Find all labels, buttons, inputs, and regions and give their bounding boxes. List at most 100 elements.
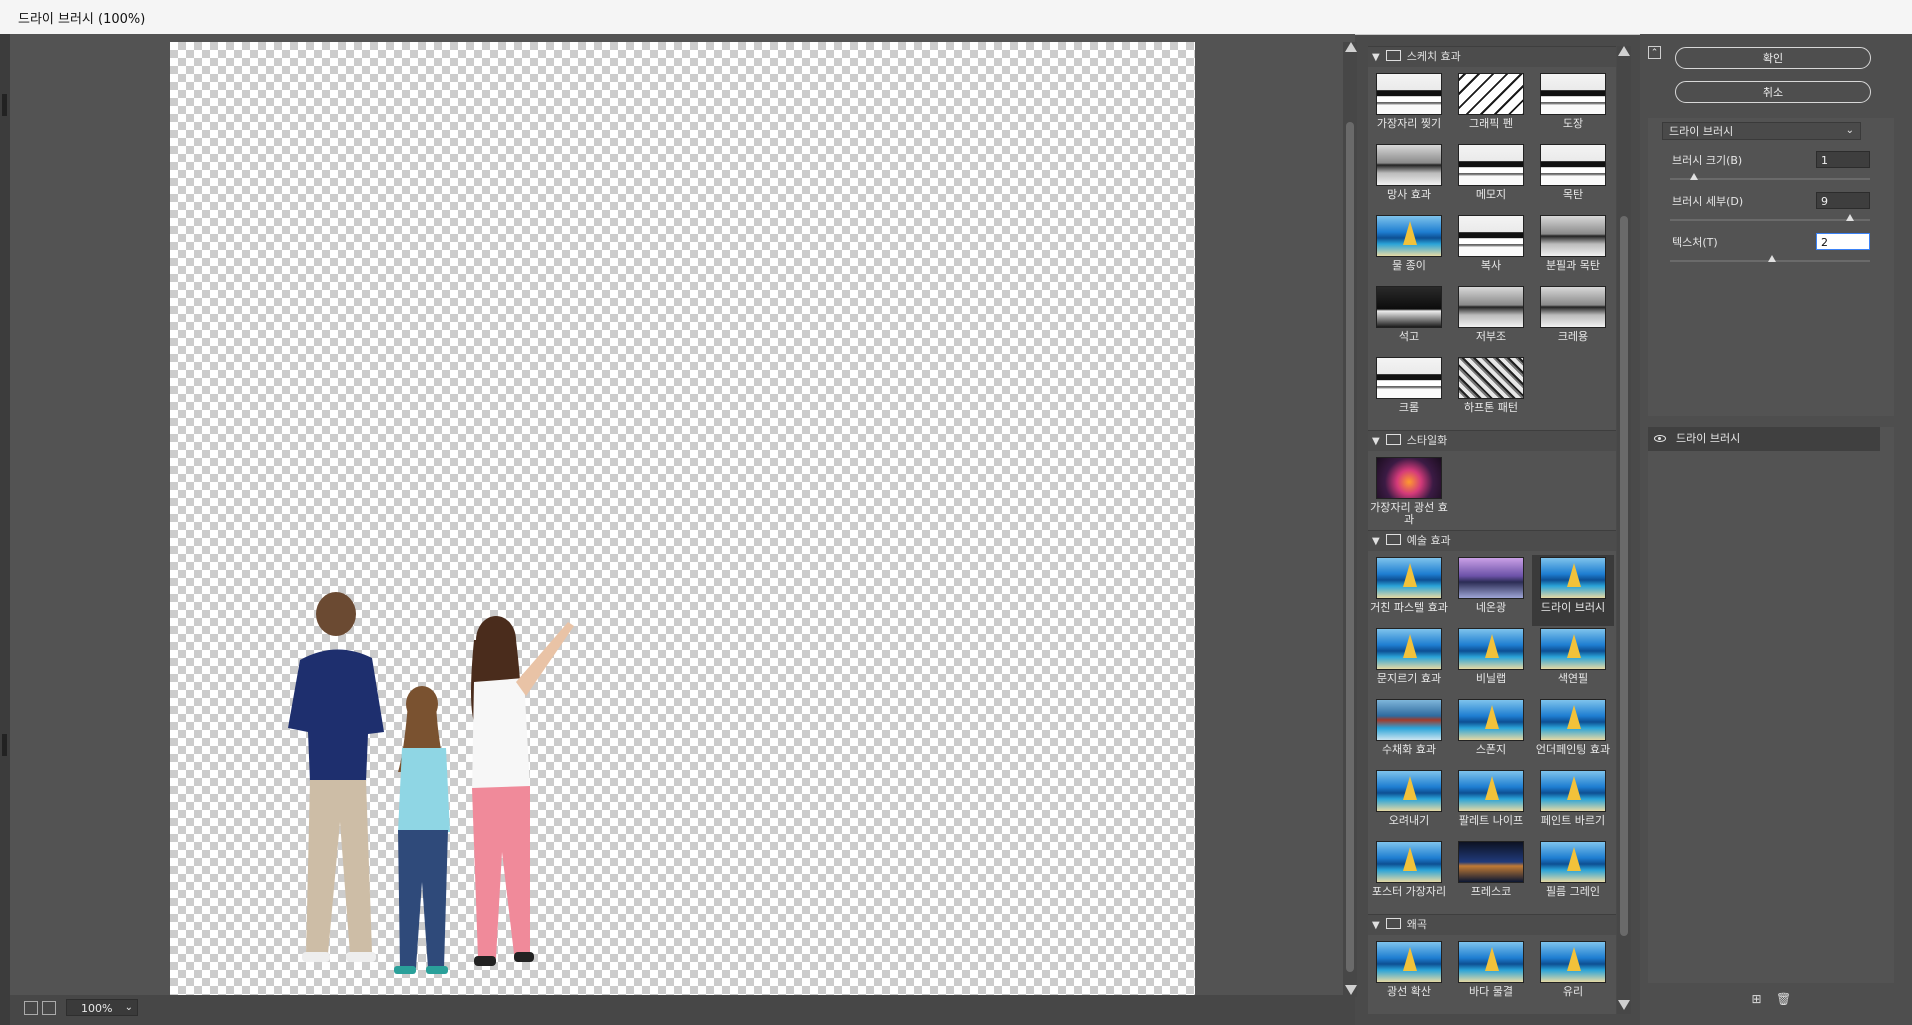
eye-icon[interactable] xyxy=(1654,435,1666,442)
zoom-out-button[interactable] xyxy=(24,1001,38,1015)
filter-item[interactable]: 석고 xyxy=(1368,284,1450,355)
folder-icon xyxy=(1385,50,1401,61)
filter-item[interactable]: 팔레트 나이프 xyxy=(1450,768,1532,839)
filter-item[interactable]: 크레용 xyxy=(1532,284,1614,355)
filter-thumbnail xyxy=(1540,770,1606,812)
filter-item[interactable]: 필름 그레인 xyxy=(1532,839,1614,910)
filter-thumbnail xyxy=(1458,628,1524,670)
girl-figure xyxy=(394,686,450,974)
gallery-scroll-down[interactable] xyxy=(1618,1000,1630,1010)
filter-thumbnail xyxy=(1376,215,1442,257)
filter-thumbnail xyxy=(1540,557,1606,599)
cancel-button[interactable]: 취소 xyxy=(1675,81,1871,103)
filter-item[interactable]: 오려내기 xyxy=(1368,768,1450,839)
filter-item[interactable]: 비닐랩 xyxy=(1450,626,1532,697)
filter-item[interactable]: 물 종이 xyxy=(1368,213,1450,284)
category-header[interactable]: ▼ 예술 효과 xyxy=(1368,530,1616,551)
brush-size-label: 브러시 크기(B) xyxy=(1672,154,1743,167)
scroll-up-arrow[interactable] xyxy=(1345,42,1357,52)
filter-label: 분필과 목탄 xyxy=(1545,259,1601,272)
slider-knob[interactable] xyxy=(1768,255,1776,262)
filter-item[interactable]: 프레스코 xyxy=(1450,839,1532,910)
filter-item[interactable]: 거친 파스텔 효과 xyxy=(1368,555,1450,626)
filter-item[interactable]: 언더페인팅 효과 xyxy=(1532,697,1614,768)
filter-item[interactable]: 페인트 바르기 xyxy=(1532,768,1614,839)
filter-item[interactable]: 하프톤 패턴 xyxy=(1450,355,1532,426)
category-header[interactable]: ▼ 스타일화 xyxy=(1368,430,1616,451)
brush-size-input[interactable]: 1 xyxy=(1816,151,1870,168)
delete-icon[interactable]: 🗑 xyxy=(1776,993,1791,1006)
filter-grid: 가장자리 광선 효과 xyxy=(1368,451,1616,530)
category-header[interactable]: ▼ 스케치 효과 xyxy=(1368,46,1616,67)
filter-item[interactable]: 유리 xyxy=(1532,939,1614,1010)
filter-item[interactable]: 포스터 가장자리 xyxy=(1368,839,1450,910)
filter-item[interactable]: 광선 확산 xyxy=(1368,939,1450,1010)
filter-thumbnail xyxy=(1458,144,1524,186)
filter-label: 언더페인팅 효과 xyxy=(1535,743,1611,756)
filter-item[interactable]: 목탄 xyxy=(1532,142,1614,213)
filter-label: 포스터 가장자리 xyxy=(1371,885,1447,898)
filter-label: 저부조 xyxy=(1475,330,1507,343)
zoom-select[interactable]: 100% ⌄ xyxy=(66,999,138,1016)
filter-label: 석고 xyxy=(1398,330,1420,343)
expand-triangle-icon[interactable]: ▼ xyxy=(1372,920,1380,931)
scroll-down-arrow[interactable] xyxy=(1345,985,1357,995)
filter-item[interactable]: 망사 효과 xyxy=(1368,142,1450,213)
gallery-scrollbar-thumb[interactable] xyxy=(1620,216,1628,936)
filter-item[interactable]: 문지르기 효과 xyxy=(1368,626,1450,697)
filter-item[interactable]: 복사 xyxy=(1450,213,1532,284)
filter-thumbnail xyxy=(1540,286,1606,328)
filter-thumbnail xyxy=(1458,770,1524,812)
filter-item[interactable]: 드라이 브러시 xyxy=(1532,555,1614,626)
brush-detail-slider[interactable] xyxy=(1670,214,1870,221)
filter-thumbnail xyxy=(1376,557,1442,599)
filter-label: 문지르기 효과 xyxy=(1376,672,1442,685)
gallery-scroll-up[interactable] xyxy=(1618,46,1630,56)
filter-item[interactable]: 분필과 목탄 xyxy=(1532,213,1614,284)
filter-label: 필름 그레인 xyxy=(1545,885,1601,898)
slider-knob[interactable] xyxy=(1846,214,1855,221)
filter-item[interactable]: 저부조 xyxy=(1450,284,1532,355)
expand-triangle-icon[interactable]: ▼ xyxy=(1372,536,1380,547)
window-title: 드라이 브러시 (100%) xyxy=(18,12,146,27)
filter-label: 바다 물결 xyxy=(1469,985,1513,998)
brush-detail-input[interactable]: 9 xyxy=(1816,192,1870,209)
filter-item[interactable]: 크롬 xyxy=(1368,355,1450,426)
filter-label: 오려내기 xyxy=(1388,814,1430,827)
filter-item[interactable]: 도장 xyxy=(1532,71,1614,142)
status-bar: 100% ⌄ xyxy=(10,995,1355,1025)
expand-triangle-icon[interactable]: ▼ xyxy=(1372,52,1380,63)
filter-item[interactable]: 네온광 xyxy=(1450,555,1532,626)
filter-thumbnail xyxy=(1540,628,1606,670)
filter-item[interactable]: 가장자리 광선 효과 xyxy=(1368,455,1450,526)
filter-item[interactable]: 그래픽 펜 xyxy=(1450,71,1532,142)
filter-item[interactable]: 색연필 xyxy=(1532,626,1614,697)
filter-item[interactable]: 바다 물결 xyxy=(1450,939,1532,1010)
filter-label: 색연필 xyxy=(1557,672,1589,685)
brush-size-slider[interactable] xyxy=(1670,173,1870,180)
family-photo xyxy=(288,592,574,974)
filter-label: 메모지 xyxy=(1475,188,1507,201)
filter-label: 유리 xyxy=(1562,985,1584,998)
preview-scrollbar[interactable] xyxy=(1343,42,1357,997)
preview-area[interactable] xyxy=(10,34,1357,997)
collapse-gallery-icon[interactable]: ⌃ xyxy=(1648,46,1661,59)
filter-item[interactable]: 메모지 xyxy=(1450,142,1532,213)
new-layer-icon[interactable]: ⊞ xyxy=(1750,993,1763,1006)
chevron-down-icon: ⌄ xyxy=(124,1002,133,1013)
gallery-scrollbar[interactable] xyxy=(1617,46,1631,1014)
texture-slider[interactable] xyxy=(1670,255,1870,262)
filter-item[interactable]: 스폰지 xyxy=(1450,697,1532,768)
scrollbar-thumb[interactable] xyxy=(1346,122,1354,972)
filter-label: 크롬 xyxy=(1398,401,1420,414)
expand-triangle-icon[interactable]: ▼ xyxy=(1372,436,1380,447)
category-header[interactable]: ▼ 왜곡 xyxy=(1368,914,1616,935)
filter-thumbnail xyxy=(1540,144,1606,186)
filter-select[interactable]: 드라이 브러시 ⌄ xyxy=(1662,122,1861,140)
slider-knob[interactable] xyxy=(1689,173,1698,180)
texture-input[interactable]: 2 xyxy=(1816,233,1870,250)
zoom-in-button[interactable] xyxy=(42,1001,56,1015)
ok-button[interactable]: 확인 xyxy=(1675,47,1871,69)
filter-item[interactable]: 가장자리 찢기 xyxy=(1368,71,1450,142)
filter-item[interactable]: 수채화 효과 xyxy=(1368,697,1450,768)
